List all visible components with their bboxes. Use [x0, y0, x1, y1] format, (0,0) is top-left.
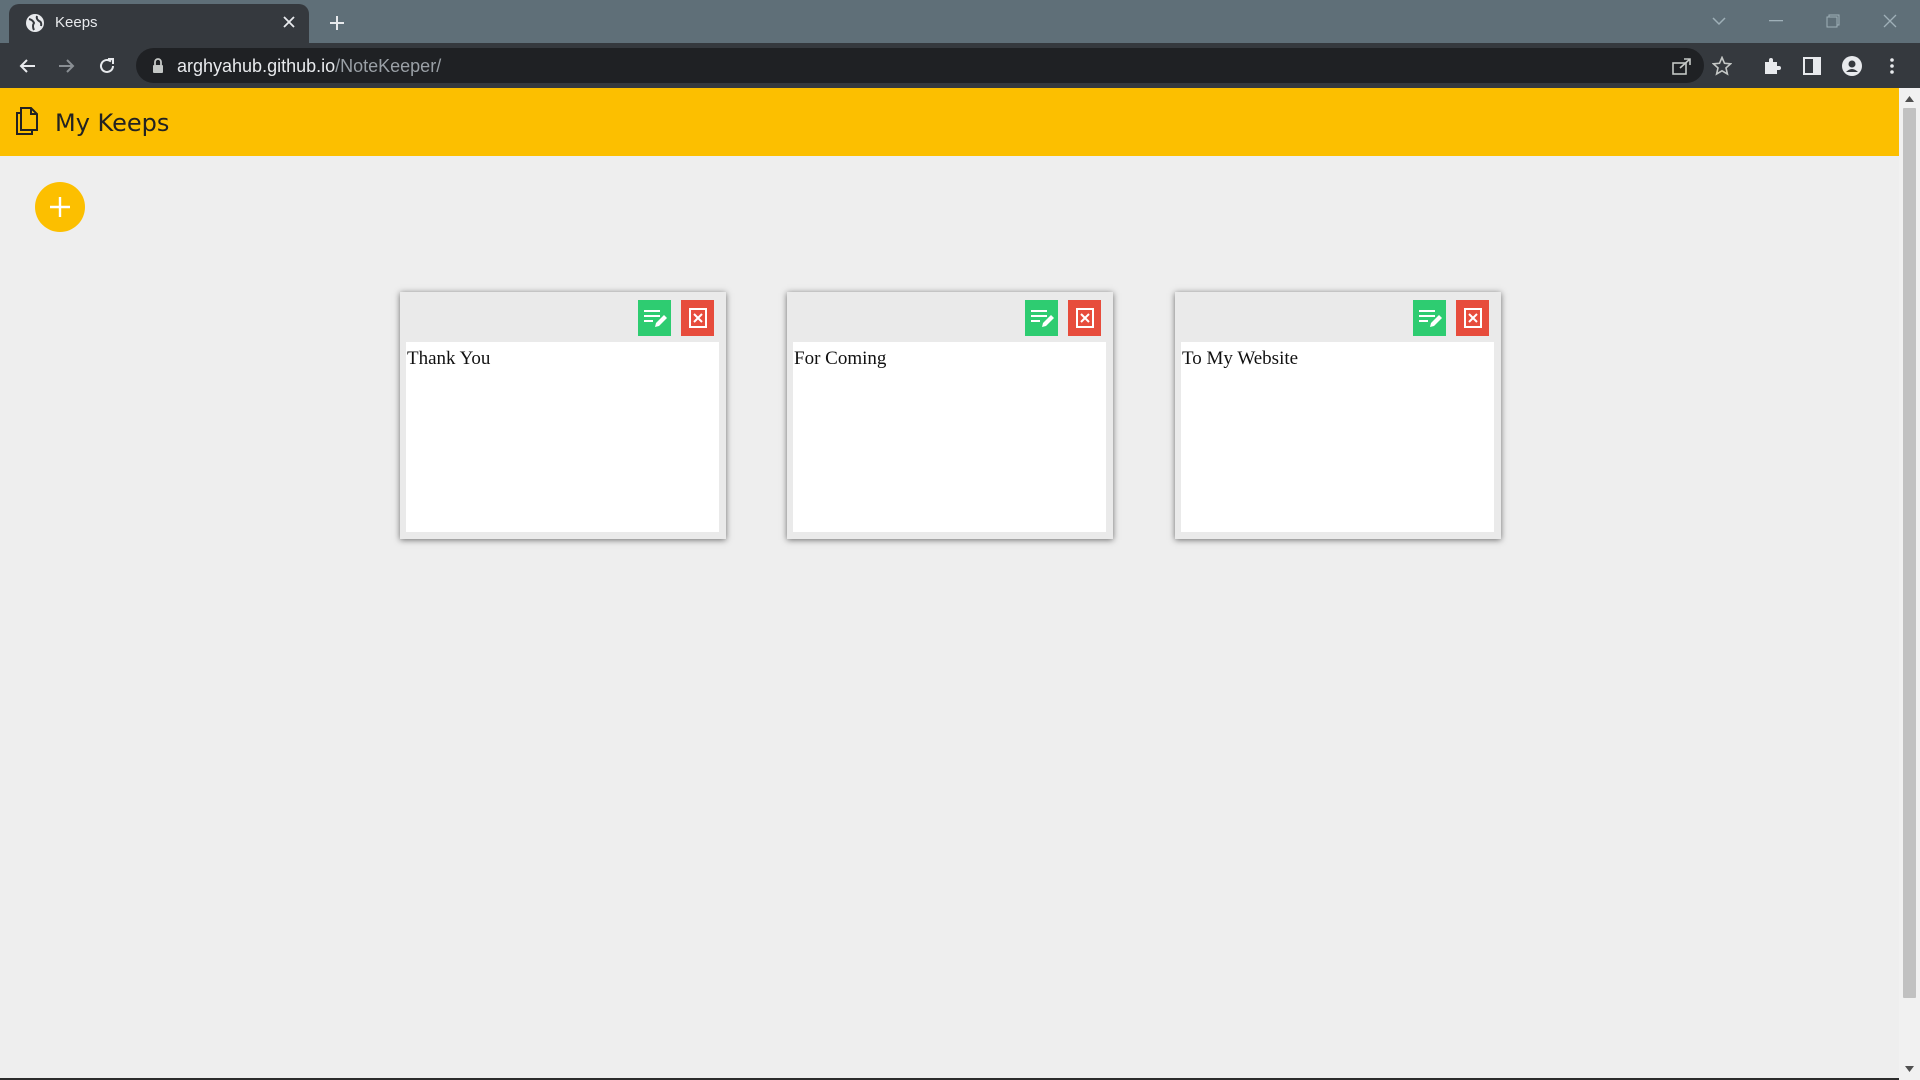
browser-titlebar: Keeps [0, 0, 1920, 43]
delete-note-button[interactable] [1068, 300, 1101, 336]
scroll-up-arrow[interactable] [1904, 94, 1915, 104]
extensions-button[interactable] [1757, 51, 1787, 81]
url-path: /NoteKeeper/ [335, 56, 442, 76]
note-card: Thank You [400, 292, 726, 539]
window-close-icon [1883, 14, 1897, 28]
profile-button[interactable] [1837, 51, 1867, 81]
tab-title: Keeps [55, 14, 98, 31]
lock-icon [153, 58, 163, 73]
browser-toolbar: arghyahub.github.io/NoteKeeper/ [0, 43, 1920, 88]
puzzle-icon [1765, 58, 1781, 74]
plus-icon [50, 197, 70, 217]
reload-button[interactable] [90, 49, 124, 83]
reload-icon [100, 58, 114, 73]
note-text[interactable]: For Coming [793, 342, 1106, 532]
delete-icon [1075, 308, 1094, 328]
scroll-down-arrow[interactable] [1904, 1064, 1915, 1074]
chevron-down-icon [1712, 17, 1726, 26]
share-icon [1672, 58, 1691, 75]
restore-button[interactable] [1816, 6, 1850, 36]
url-text: arghyahub.github.io/NoteKeeper/ [177, 56, 441, 77]
delete-icon [1463, 308, 1482, 328]
restore-icon [1826, 14, 1840, 28]
plus-icon [330, 16, 344, 30]
edit-note-button[interactable] [1413, 300, 1446, 336]
note-toolbar [787, 292, 1113, 342]
minimize-button[interactable] [1759, 6, 1793, 36]
minimize-icon [1769, 20, 1783, 22]
note-card: For Coming [787, 292, 1113, 539]
profile-icon [1842, 56, 1862, 76]
kebab-menu-icon [1890, 58, 1894, 74]
note-toolbar [400, 292, 726, 342]
back-button[interactable] [10, 49, 44, 83]
edit-note-icon [1418, 310, 1442, 327]
note-text[interactable]: Thank You [406, 342, 719, 532]
new-tab-button[interactable] [322, 8, 352, 38]
app-header: My Keeps [0, 88, 1899, 156]
notes-logo-icon [16, 107, 38, 135]
page-title: My Keeps [55, 109, 170, 137]
star-icon [1712, 56, 1732, 76]
address-bar[interactable]: arghyahub.github.io/NoteKeeper/ [136, 48, 1732, 83]
delete-icon [688, 308, 707, 328]
share-button[interactable] [1668, 52, 1696, 80]
note-card: To My Website [1175, 292, 1501, 539]
globe-icon [26, 14, 44, 32]
tab-search-button[interactable] [1702, 6, 1736, 36]
note-text[interactable]: To My Website [1181, 342, 1494, 532]
bookmark-button[interactable] [1708, 52, 1736, 80]
edit-note-icon [1030, 310, 1054, 327]
add-note-button[interactable] [35, 182, 85, 232]
edit-note-icon [643, 310, 667, 327]
browser-menu-button[interactable] [1877, 51, 1907, 81]
side-panel-button[interactable] [1797, 51, 1827, 81]
back-arrow-icon [19, 59, 35, 73]
url-host: arghyahub.github.io [177, 56, 336, 76]
forward-arrow-icon [59, 59, 75, 73]
page-viewport: My Keeps Thank You For Coming To My Webs… [0, 88, 1899, 1078]
edit-note-button[interactable] [1025, 300, 1058, 336]
edit-note-button[interactable] [638, 300, 671, 336]
forward-button[interactable] [50, 49, 84, 83]
page-scrollbar[interactable] [1899, 88, 1920, 1080]
delete-note-button[interactable] [681, 300, 714, 336]
close-icon[interactable] [277, 10, 301, 34]
note-toolbar [1175, 292, 1501, 342]
triangle-up-icon [1905, 96, 1914, 102]
window-close-button[interactable] [1873, 6, 1907, 36]
browser-tab[interactable]: Keeps [9, 4, 309, 43]
side-panel-icon [1803, 57, 1821, 75]
triangle-down-icon [1905, 1066, 1914, 1072]
delete-note-button[interactable] [1456, 300, 1489, 336]
scroll-thumb[interactable] [1903, 108, 1916, 998]
